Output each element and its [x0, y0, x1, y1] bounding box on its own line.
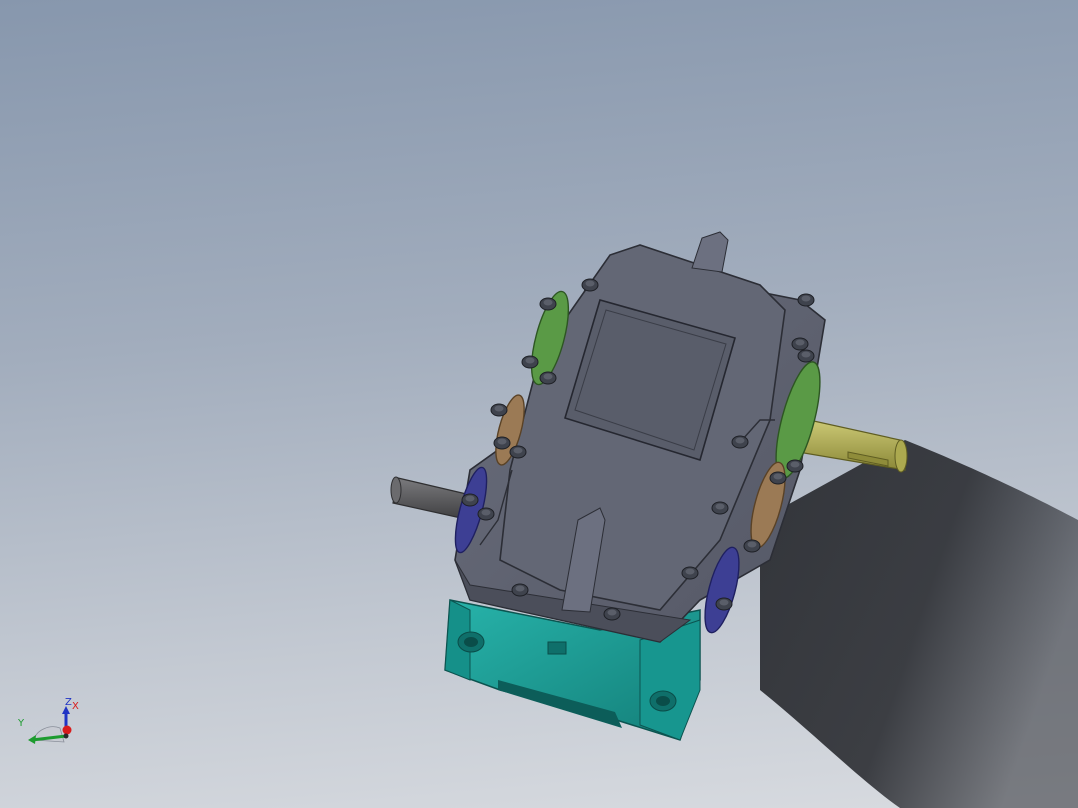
bolt-top: [481, 509, 491, 516]
output-shaft: [797, 417, 908, 473]
bolt-top: [607, 609, 617, 616]
bolt-top: [543, 299, 553, 306]
bolt-top: [735, 437, 745, 444]
bolt-top: [543, 373, 553, 380]
bolt-top: [795, 339, 805, 346]
bolt-top: [685, 568, 695, 575]
triad-z-label: Z: [65, 697, 72, 708]
triad-x-label: X: [72, 701, 79, 712]
bolt-top: [525, 357, 535, 364]
model-shadow: [760, 440, 1078, 808]
bolt-top: [513, 447, 523, 454]
graphics-viewport[interactable]: X Y Z: [0, 0, 1078, 808]
model-scene[interactable]: [0, 0, 1078, 808]
bolt-top: [497, 438, 507, 445]
bolt-top: [715, 503, 725, 510]
bolt-top: [790, 461, 800, 468]
bolt-top: [801, 295, 811, 302]
bolt-top: [465, 495, 475, 502]
bolt-top: [515, 585, 525, 592]
bolt-top: [801, 351, 811, 358]
bolt-top: [585, 280, 595, 287]
bolt-top: [719, 599, 729, 606]
bolt-top: [773, 473, 783, 480]
orientation-triad[interactable]: X Y Z: [14, 694, 86, 752]
bolt-top: [494, 405, 504, 412]
bolt-top: [747, 541, 757, 548]
triad-y-label: Y: [18, 718, 25, 729]
